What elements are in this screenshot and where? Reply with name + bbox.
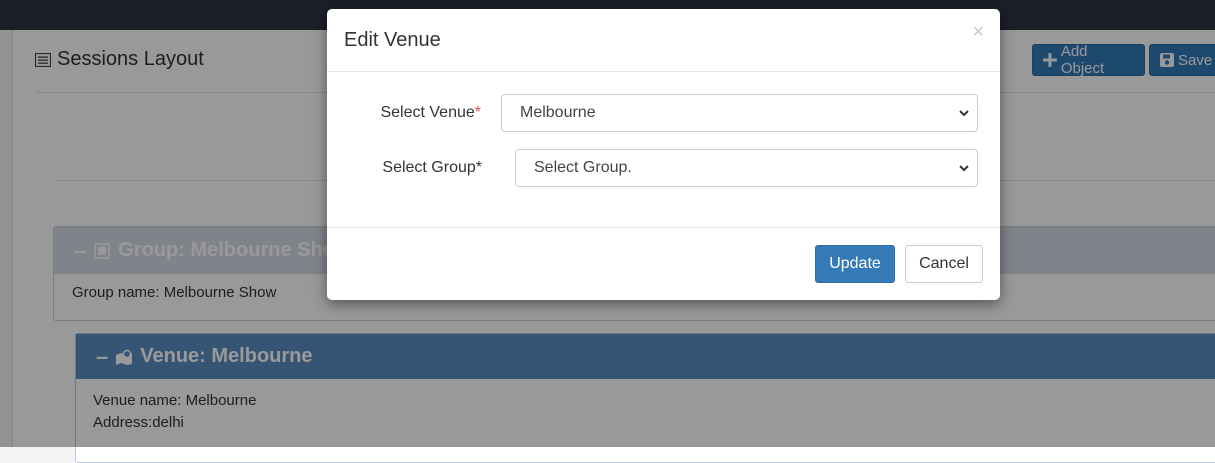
update-button[interactable]: Update <box>815 245 895 283</box>
close-icon[interactable]: × <box>972 21 984 44</box>
modal-header: Edit Venue × <box>327 9 1000 72</box>
cancel-button[interactable]: Cancel <box>905 245 983 283</box>
group-select-value: Select Group. <box>534 159 632 176</box>
modal-footer <box>327 227 1000 301</box>
venue-select[interactable]: Melbourne <box>501 94 978 132</box>
required-mark: * <box>474 104 481 121</box>
select-venue-label: Select Venue* <box>367 104 481 122</box>
select-venue-label-text: Select Venue <box>380 104 475 121</box>
select-group-label: Select Group* <box>382 159 482 176</box>
edit-venue-modal: Edit Venue × Select Venue* Melbourne Sel… <box>327 9 1000 300</box>
modal-title: Edit Venue <box>344 29 441 51</box>
venue-select-value: Melbourne <box>520 104 596 121</box>
chevron-down-icon <box>959 110 969 117</box>
chevron-down-icon <box>959 165 969 172</box>
group-select[interactable]: Select Group. <box>515 149 978 187</box>
